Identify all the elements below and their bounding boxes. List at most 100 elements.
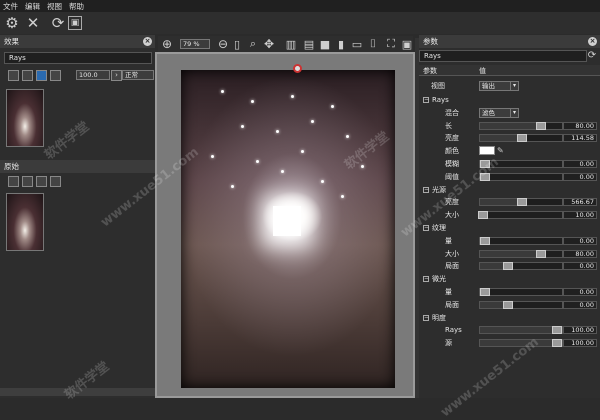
effect-thumbnail[interactable] (6, 89, 44, 147)
param-group-label: 微光 (432, 275, 446, 284)
menu-help[interactable]: 帮助 (69, 1, 84, 12)
slider-handle[interactable] (502, 262, 513, 271)
split-view-icon[interactable]: ▥ (282, 35, 300, 53)
param-slider[interactable] (479, 262, 563, 271)
collapse-icon[interactable]: − (423, 276, 429, 283)
camera-icon[interactable]: ⌷ (364, 35, 382, 53)
param-row: 颜色 ✎ (419, 146, 600, 156)
blend-value: 滤色 (482, 108, 495, 117)
param-value[interactable]: 566.67 (563, 198, 597, 207)
param-row: 亮度 114.58 (419, 133, 600, 143)
param-value[interactable]: 10.00 (563, 211, 597, 220)
param-label: 颜色 (445, 147, 459, 156)
close-icon[interactable]: ✕ (24, 14, 42, 32)
slider-handle[interactable] (516, 134, 527, 143)
menu-edit[interactable]: 编辑 (25, 1, 40, 12)
image-canvas[interactable] (155, 52, 415, 398)
param-value[interactable]: 80.00 (563, 121, 597, 130)
eyedropper-icon[interactable]: ✎ (497, 146, 504, 155)
light-position-handle[interactable] (293, 64, 302, 73)
slider-handle[interactable] (516, 198, 527, 207)
edit-icon[interactable] (8, 70, 19, 81)
slider-handle[interactable] (480, 288, 490, 296)
param-group: − 纹理 (419, 223, 600, 233)
param-slider[interactable] (479, 198, 563, 207)
gear-icon[interactable]: ⚙ (3, 14, 21, 32)
opacity-value: 100.0 (79, 71, 98, 79)
slider-handle[interactable] (478, 211, 489, 220)
chevron-right-icon[interactable]: › (111, 70, 122, 81)
param-slider[interactable] (479, 121, 563, 130)
original-panel-title: 原始 (4, 162, 19, 171)
preset-name-field[interactable]: Rays (419, 50, 587, 62)
param-slider[interactable] (479, 249, 563, 258)
monitor-icon[interactable] (22, 70, 33, 81)
param-slider[interactable] (479, 288, 563, 296)
close-icon[interactable]: × (143, 37, 152, 46)
param-column-title: 参数 (423, 67, 437, 75)
effects-panel-header: 效果 × (0, 35, 155, 48)
slider-handle[interactable] (535, 121, 546, 130)
monitor-icon[interactable] (22, 176, 33, 187)
blend-mode-select[interactable]: 正常 (122, 70, 154, 80)
refresh-icon[interactable]: ⟳ (49, 14, 67, 32)
slider-fill (480, 327, 562, 334)
menu-bar: 文件 编辑 视图 帮助 (0, 0, 600, 12)
param-value[interactable]: 0.00 (563, 262, 597, 271)
params-column-header: 参数 值 (419, 65, 600, 76)
slider-handle[interactable] (480, 236, 490, 245)
lightning-icon[interactable] (36, 70, 47, 81)
view-row: 视图 输出 ▾ (419, 81, 600, 91)
mask-icon[interactable] (50, 70, 61, 81)
param-slider[interactable] (479, 134, 563, 143)
param-group: − Rays (419, 95, 600, 105)
param-row: 局面 0.00 (419, 300, 600, 310)
param-slider[interactable] (479, 300, 563, 309)
menu-file[interactable]: 文件 (3, 1, 18, 12)
color-swatch[interactable] (479, 146, 495, 156)
zoom-value: 79 % (183, 40, 200, 48)
param-value[interactable]: 114.58 (563, 134, 597, 143)
opacity-field[interactable]: 100.0 (76, 70, 110, 80)
param-row: 模糊 0.00 (419, 159, 600, 169)
move-icon[interactable]: ✥ (260, 35, 278, 53)
slider-handle[interactable] (535, 249, 546, 258)
param-value[interactable]: 0.00 (563, 160, 597, 168)
fit-icon[interactable]: ▣ (398, 35, 416, 53)
edit-icon[interactable] (8, 176, 19, 187)
mask-icon[interactable] (50, 176, 61, 187)
param-value[interactable]: 100.00 (563, 339, 597, 348)
zoom-in-icon[interactable]: ⊕ (158, 35, 176, 53)
fit-screen-icon[interactable]: ▣ (68, 16, 82, 30)
collapse-icon[interactable]: − (423, 314, 429, 321)
collapse-icon[interactable]: − (423, 186, 429, 193)
view-toolbar: ⊕ 79 % ⊖ ▯ ⌕ ✥ ▥ ▤ ■ ▮ ▭ ⌷ ⛶ ▣ (158, 36, 413, 52)
param-slider[interactable] (479, 236, 563, 245)
menu-view[interactable]: 视图 (47, 1, 62, 12)
param-value[interactable]: 0.00 (563, 172, 597, 181)
close-icon[interactable]: × (588, 37, 597, 46)
param-value[interactable]: 0.00 (563, 236, 597, 245)
slider-handle[interactable] (552, 339, 562, 348)
blend-select[interactable]: 滤色 ▾ (479, 107, 519, 118)
param-value[interactable]: 0.00 (563, 300, 597, 309)
param-value[interactable]: 80.00 (563, 249, 597, 258)
param-group-label: Rays (432, 96, 449, 104)
effect-layer-name[interactable]: Rays (4, 52, 152, 64)
param-label: 长 (445, 121, 452, 130)
zoom-field[interactable]: 79 % (180, 39, 210, 49)
collapse-icon[interactable]: − (423, 97, 429, 103)
view-select[interactable]: 输出 ▾ (479, 81, 519, 91)
param-group: − 微光 (419, 274, 600, 284)
param-row: 源 100.00 (419, 338, 600, 348)
param-slider[interactable] (479, 326, 563, 335)
param-value[interactable]: 0.00 (563, 288, 597, 296)
original-thumbnail[interactable] (6, 193, 44, 251)
chevron-down-icon: ▾ (510, 82, 518, 90)
param-value[interactable]: 100.00 (563, 326, 597, 335)
slider-handle[interactable] (502, 300, 513, 309)
refresh-icon[interactable]: ⟳ (585, 48, 599, 62)
slider-handle[interactable] (552, 326, 562, 335)
lightning-icon[interactable] (36, 176, 47, 187)
param-slider[interactable] (478, 211, 563, 220)
